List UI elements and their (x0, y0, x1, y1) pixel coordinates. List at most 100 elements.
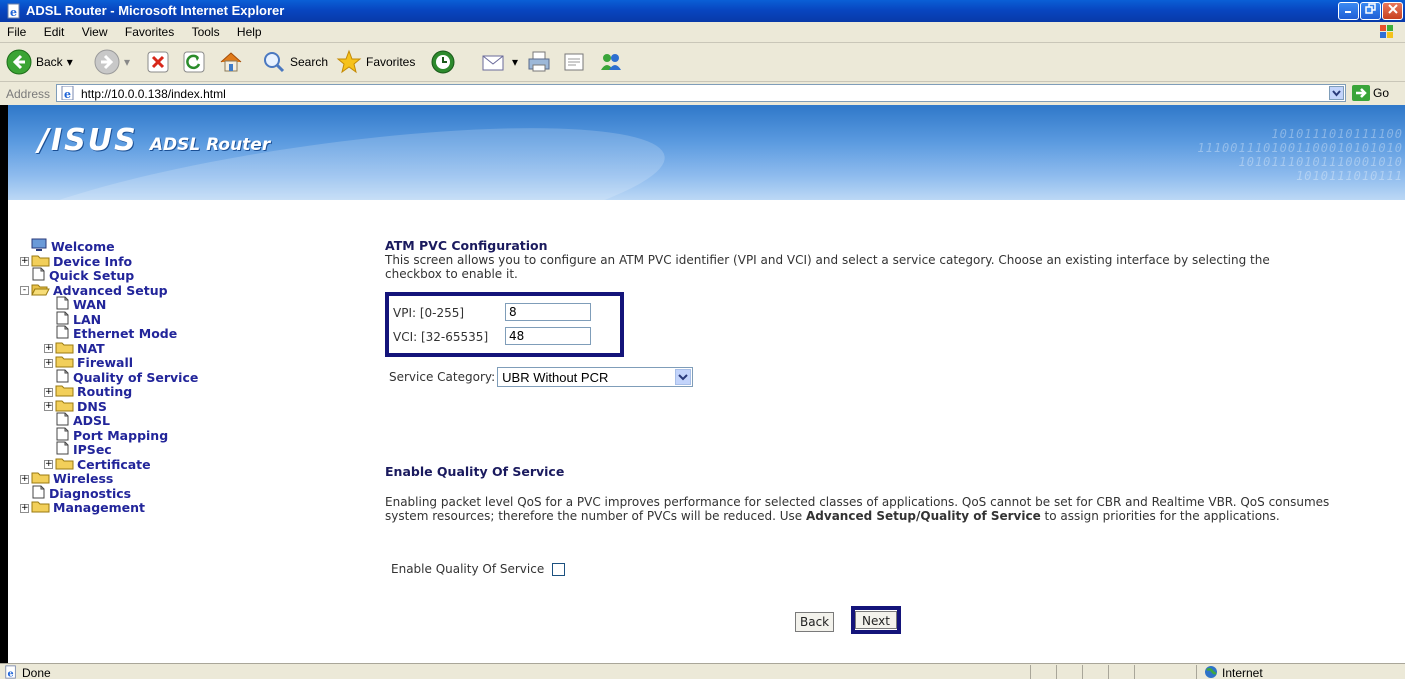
go-button-label: Go (1373, 86, 1390, 100)
minimize-button[interactable] (1338, 2, 1359, 20)
nav-item-nat[interactable]: + NAT (20, 341, 198, 357)
nav-item-label: LAN (73, 311, 102, 327)
next-button-highlight: Next (851, 606, 901, 634)
menu-view[interactable]: View (75, 22, 115, 42)
banner-subtitle: ADSL Router (149, 135, 271, 155)
nav-item-label: Diagnostics (49, 485, 132, 501)
nav-item-label: ADSL (73, 413, 111, 428)
close-button[interactable] (1382, 2, 1403, 20)
nav-item-label: Port Mapping (73, 427, 169, 443)
windows-logo-icon (1380, 25, 1393, 38)
nav-item-label: Wireless (53, 471, 114, 486)
back-dropdown-icon[interactable]: ▾ (67, 55, 73, 69)
menu-tools[interactable]: Tools (185, 22, 227, 42)
search-button-label: Search (290, 55, 329, 69)
expand-icon[interactable]: + (20, 474, 29, 484)
svg-text:e: e (8, 668, 14, 679)
nav-item-routing[interactable]: + Routing (20, 384, 198, 400)
nav-item-label: Ethernet Mode (73, 326, 178, 341)
service-category-value: UBR Without PCR (502, 370, 609, 385)
menu-favorites[interactable]: Favorites (118, 22, 181, 42)
messenger-button[interactable] (598, 48, 624, 76)
back-button-form[interactable]: Back (795, 612, 835, 632)
nav-item-port-mapping[interactable]: Port Mapping (20, 427, 198, 444)
expand-icon[interactable]: + (44, 358, 53, 368)
qos-checkbox[interactable] (552, 562, 566, 576)
forward-button[interactable]: ▾ (94, 48, 130, 76)
nav-tree: Welcome + Device Info Quick Setup - Advanced … (20, 238, 198, 516)
expand-icon[interactable]: + (44, 344, 53, 354)
nav-item-lan[interactable]: LAN (20, 311, 198, 328)
service-category-row: Service Category: UBR Without PCR (389, 367, 694, 387)
nav-item-label: Firewall (77, 355, 134, 370)
nav-item-firewall[interactable]: + Firewall (20, 355, 198, 371)
status-text: Done (22, 666, 51, 679)
expand-icon[interactable]: + (20, 257, 29, 267)
print-button[interactable] (526, 48, 552, 76)
nav-item-wireless[interactable]: + Wireless (20, 471, 198, 487)
window-title: ADSL Router - Microsoft Internet Explore… (26, 3, 285, 18)
home-icon (220, 52, 242, 72)
forward-arrow-icon (94, 49, 120, 75)
expand-icon[interactable]: + (20, 503, 29, 513)
refresh-button[interactable] (182, 48, 206, 76)
menu-bar: File Edit View Favorites Tools Help (0, 22, 1405, 43)
nav-item-ipsec[interactable]: IPSec (20, 441, 198, 458)
browser-window: e ADSL Router - Microsoft Internet Explo… (0, 0, 1405, 679)
nav-item-wan[interactable]: WAN (20, 296, 198, 313)
expand-icon[interactable]: + (44, 460, 53, 470)
search-button[interactable]: Search (262, 48, 328, 76)
address-dropdown-button[interactable] (1329, 86, 1344, 100)
nav-item-label: Certificate (77, 456, 151, 472)
nav-item-advanced-setup[interactable]: - Advanced Setup (20, 283, 198, 299)
collapse-icon[interactable]: - (20, 286, 29, 296)
nav-item-label: DNS (77, 398, 107, 414)
restore-icon (1364, 3, 1376, 14)
favorites-star-icon (336, 49, 362, 74)
favorites-button[interactable]: Favorites (336, 48, 415, 76)
address-input[interactable]: e http://10.0.0.138/index.html (56, 84, 1346, 102)
nav-item-management[interactable]: + Management (20, 500, 198, 516)
nav-item-adsl[interactable]: ADSL (20, 412, 198, 429)
title-bar: e ADSL Router - Microsoft Internet Explo… (0, 0, 1405, 22)
mail-button[interactable]: ▾ (480, 48, 518, 76)
banner-binary-line: 1010111010111100 (1271, 127, 1403, 141)
atm-description: This screen allows you to configure an A… (385, 253, 1270, 281)
back-button[interactable]: Back ▾ (6, 48, 73, 76)
nav-item-label: Device Info (53, 253, 133, 269)
qos-description-part2: to assign priorities for the application… (1040, 509, 1280, 523)
asus-logo: /ISUS ADSL Router (38, 123, 270, 158)
expand-icon[interactable]: + (44, 387, 53, 397)
brand-name: /ISUS (38, 123, 138, 158)
nav-item-label: Routing (77, 384, 133, 399)
next-button[interactable]: Next (855, 611, 897, 629)
edit-button[interactable] (562, 48, 588, 76)
page-frame-edge (0, 105, 8, 663)
vci-input[interactable] (505, 327, 591, 345)
mail-dropdown-icon[interactable]: ▾ (512, 55, 518, 69)
menu-edit[interactable]: Edit (37, 22, 72, 42)
expand-icon[interactable]: + (44, 402, 53, 412)
router-banner: 1010111010111100 11100111010011000101010… (8, 105, 1405, 200)
page-content: 1010111010111100 11100111010011000101010… (8, 105, 1405, 663)
history-button[interactable] (430, 48, 456, 76)
forward-dropdown-icon[interactable]: ▾ (124, 55, 130, 69)
security-zone-text: Internet (1222, 666, 1263, 679)
nav-item-dns[interactable]: + DNS (20, 398, 198, 415)
service-category-dropdown-button[interactable] (675, 369, 692, 385)
nav-item-label: WAN (73, 297, 107, 312)
menu-help[interactable]: Help (230, 22, 269, 42)
nav-item-label: Quick Setup (49, 268, 135, 283)
service-category-select[interactable]: UBR Without PCR (497, 367, 694, 387)
status-divider (1196, 665, 1197, 679)
toolbar: Back ▾ ▾ Search Favorites ▾ (0, 43, 1405, 82)
menu-file[interactable]: File (0, 22, 33, 42)
restore-button[interactable] (1360, 2, 1381, 20)
go-button[interactable]: Go (1352, 85, 1389, 101)
vpi-input[interactable] (505, 303, 591, 321)
nav-item-ethernet-mode[interactable]: Ethernet Mode (20, 325, 198, 342)
home-button[interactable] (218, 48, 244, 76)
nav-item-quality-of-service[interactable]: Quality of Service (20, 369, 198, 386)
nav-item-device-info[interactable]: + Device Info (20, 253, 198, 270)
stop-button[interactable] (146, 48, 170, 76)
